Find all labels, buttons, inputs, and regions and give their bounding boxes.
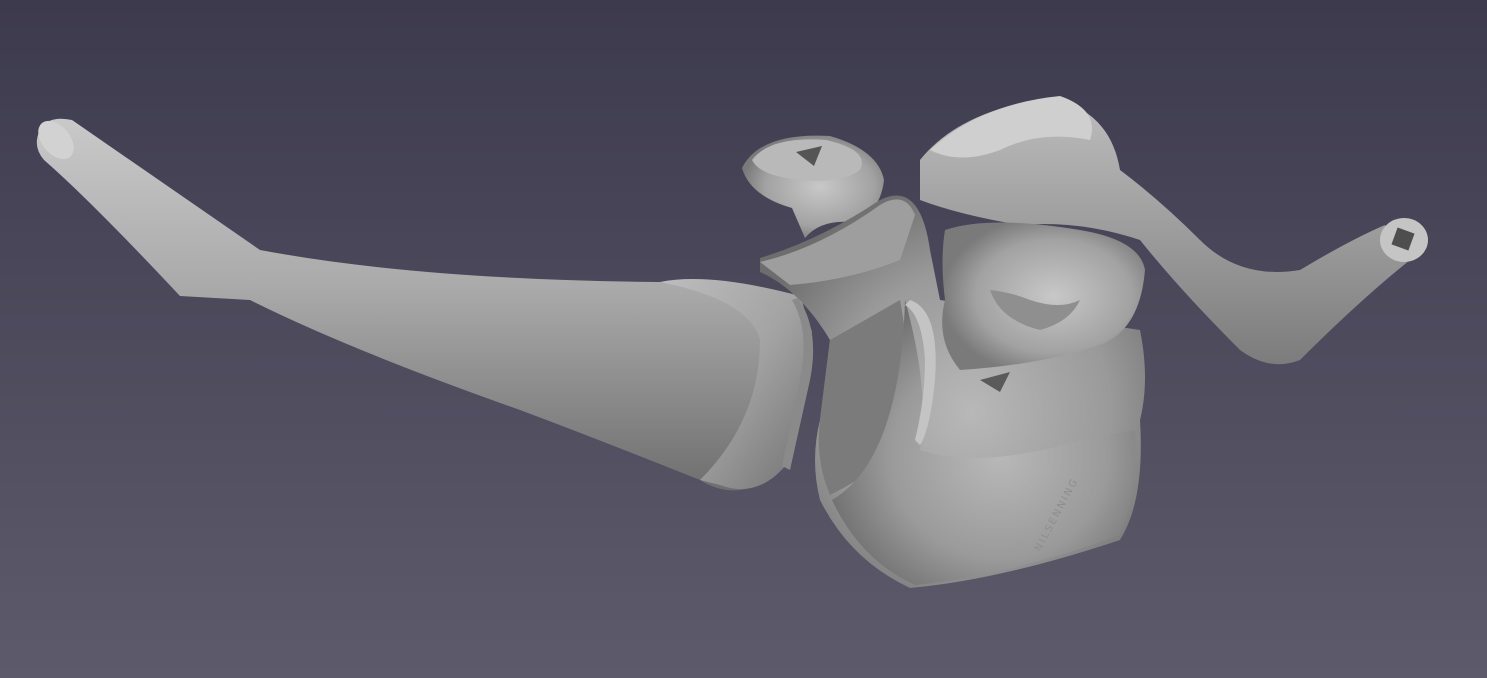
3d-viewport[interactable]: NILSENNING bbox=[0, 0, 1487, 678]
left-arm-part[interactable] bbox=[31, 114, 814, 491]
model-scene[interactable]: NILSENNING bbox=[0, 0, 1487, 678]
